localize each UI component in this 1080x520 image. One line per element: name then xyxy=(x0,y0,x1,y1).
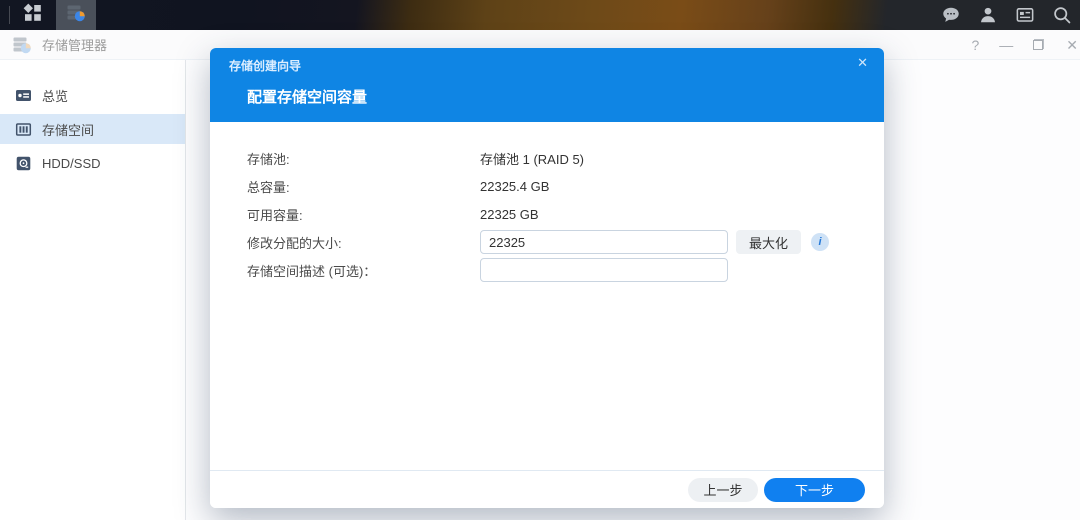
field-row-available-capacity: 可用容量: 22325 GB xyxy=(247,200,884,228)
window-controls: ? — ✕ xyxy=(971,38,1068,52)
sidebar-item-storage-space[interactable]: 存储空间 xyxy=(0,114,185,144)
main-menu-button[interactable] xyxy=(10,0,56,30)
dialog-step-title: 配置存储空间容量 xyxy=(247,86,367,107)
window-title: 存储管理器 xyxy=(42,35,107,54)
main-menu-icon xyxy=(23,3,43,28)
storage-manager-window-icon xyxy=(12,35,32,55)
sidebar-item-label: 总览 xyxy=(42,86,68,105)
field-label: 存储池: xyxy=(247,149,480,168)
sidebar: 总览 存储空间 HDD/SS xyxy=(0,60,186,520)
field-row-total-capacity: 总容量: 22325.4 GB xyxy=(247,172,884,200)
field-label: 可用容量: xyxy=(247,205,480,224)
dialog-footer: 上一步 下一步 xyxy=(210,470,884,508)
info-icon[interactable]: i xyxy=(811,233,829,251)
dialog-close-icon[interactable]: ✕ xyxy=(857,55,868,71)
search-icon[interactable] xyxy=(1052,5,1072,25)
field-label: 总容量: xyxy=(247,177,480,196)
volume-description-input[interactable] xyxy=(480,258,728,282)
sidebar-item-label: 存储空间 xyxy=(42,120,94,139)
sidebar-item-label: HDD/SSD xyxy=(42,156,101,171)
notifications-icon[interactable] xyxy=(941,5,961,25)
storage-manager-icon xyxy=(66,3,86,28)
user-account-icon[interactable] xyxy=(978,5,998,25)
field-row-allocated-size: 修改分配的大小: 最大化 i xyxy=(247,228,884,256)
taskbar xyxy=(0,0,1080,30)
field-value: 22325 GB xyxy=(480,207,539,222)
next-button[interactable]: 下一步 xyxy=(764,478,865,502)
storage-creation-wizard-dialog: 存储创建向导 ✕ 配置存储空间容量 存储池: 存储池 1 (RAID 5) 总容… xyxy=(210,48,884,508)
sidebar-item-hdd-ssd[interactable]: HDD/SSD xyxy=(0,148,185,178)
field-value: 存储池 1 (RAID 5) xyxy=(480,149,584,168)
close-window-icon[interactable]: ✕ xyxy=(1066,38,1078,52)
field-row-description: 存储空间描述 (可选)： xyxy=(247,256,884,284)
minimize-icon[interactable]: — xyxy=(999,38,1013,52)
dialog-title: 存储创建向导 xyxy=(229,57,301,74)
field-label: 存储空间描述 (可选)： xyxy=(247,261,480,280)
field-value: 22325.4 GB xyxy=(480,179,549,194)
volume-icon xyxy=(15,121,32,138)
restore-window-icon[interactable] xyxy=(1033,39,1044,50)
back-button[interactable]: 上一步 xyxy=(688,478,758,502)
overview-icon xyxy=(15,87,32,104)
maximize-size-button[interactable]: 最大化 xyxy=(736,230,801,254)
widgets-icon[interactable] xyxy=(1015,5,1035,25)
dialog-body: 存储池: 存储池 1 (RAID 5) 总容量: 22325.4 GB 可用容量… xyxy=(210,122,884,284)
taskbar-right-tray xyxy=(913,0,1080,30)
help-icon[interactable]: ? xyxy=(971,38,979,52)
sidebar-item-overview[interactable]: 总览 xyxy=(0,80,185,110)
field-row-storage-pool: 存储池: 存储池 1 (RAID 5) xyxy=(247,144,884,172)
disk-icon xyxy=(15,155,32,172)
field-label: 修改分配的大小: xyxy=(247,233,480,252)
allocated-size-input[interactable] xyxy=(480,230,728,254)
taskbar-storage-manager-button[interactable] xyxy=(56,0,96,30)
dialog-header: 存储创建向导 ✕ 配置存储空间容量 xyxy=(210,48,884,122)
